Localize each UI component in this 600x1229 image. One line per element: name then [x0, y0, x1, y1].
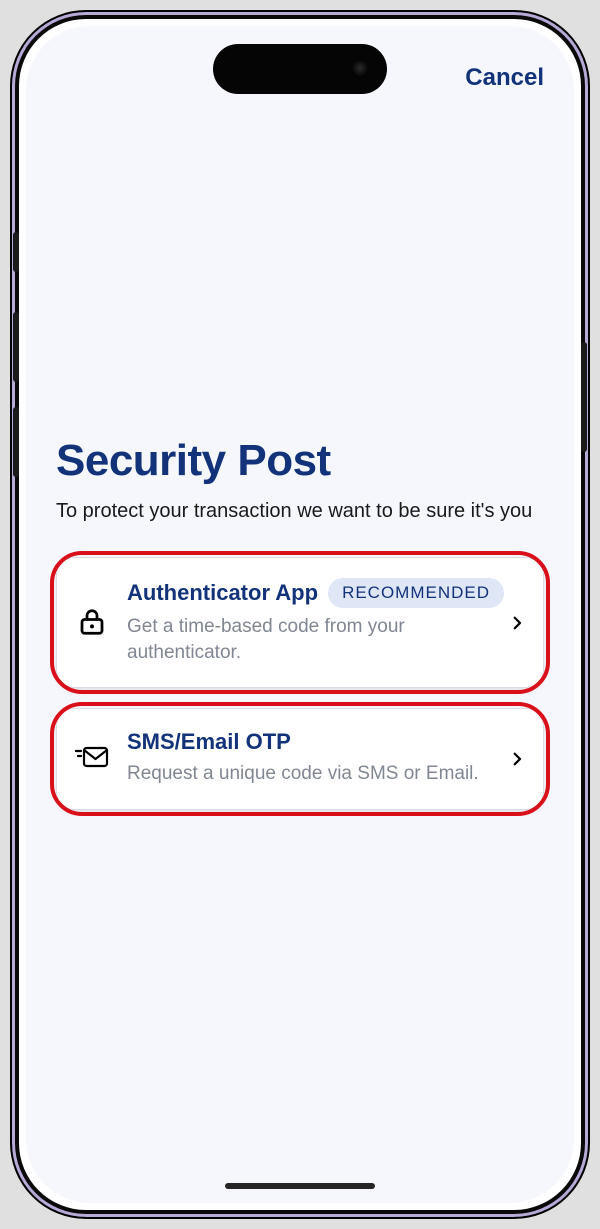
mail-send-icon: [75, 745, 109, 771]
option-authenticator-highlight: Authenticator App RECOMMENDED Get a time…: [56, 557, 544, 688]
option-sms-desc: Request a unique code via SMS or Email.: [127, 761, 493, 787]
option-sms-body: SMS/Email OTP Request a unique code via …: [127, 729, 493, 787]
chevron-right-icon: [508, 750, 526, 768]
lock-icon: [75, 607, 109, 637]
screen: Cancel Security Post To protect your tra…: [26, 26, 574, 1203]
recommended-badge: RECOMMENDED: [328, 578, 504, 608]
home-indicator: [225, 1183, 375, 1189]
volume-down-button: [13, 407, 19, 477]
page-subtitle: To protect your transaction we want to b…: [56, 500, 544, 523]
page-title: Security Post: [56, 436, 544, 486]
dynamic-island: [213, 44, 387, 94]
chevron-right-icon: [508, 614, 526, 632]
option-authenticator-title: Authenticator App: [127, 580, 318, 606]
camera-dot: [351, 60, 369, 78]
volume-up-button: [13, 312, 19, 382]
option-authenticator-desc: Get a time-based code from your authenti…: [127, 614, 493, 665]
option-authenticator[interactable]: Authenticator App RECOMMENDED Get a time…: [56, 557, 544, 688]
option-sms-highlight: SMS/Email OTP Request a unique code via …: [56, 708, 544, 810]
cancel-button[interactable]: Cancel: [465, 64, 544, 92]
option-sms-title: SMS/Email OTP: [127, 729, 291, 755]
option-sms-email[interactable]: SMS/Email OTP Request a unique code via …: [56, 708, 544, 810]
content: Security Post To protect your transactio…: [56, 436, 544, 830]
power-button: [581, 342, 587, 452]
option-authenticator-body: Authenticator App RECOMMENDED Get a time…: [127, 578, 493, 665]
mute-switch: [13, 232, 19, 272]
phone-frame: Cancel Security Post To protect your tra…: [10, 10, 590, 1219]
